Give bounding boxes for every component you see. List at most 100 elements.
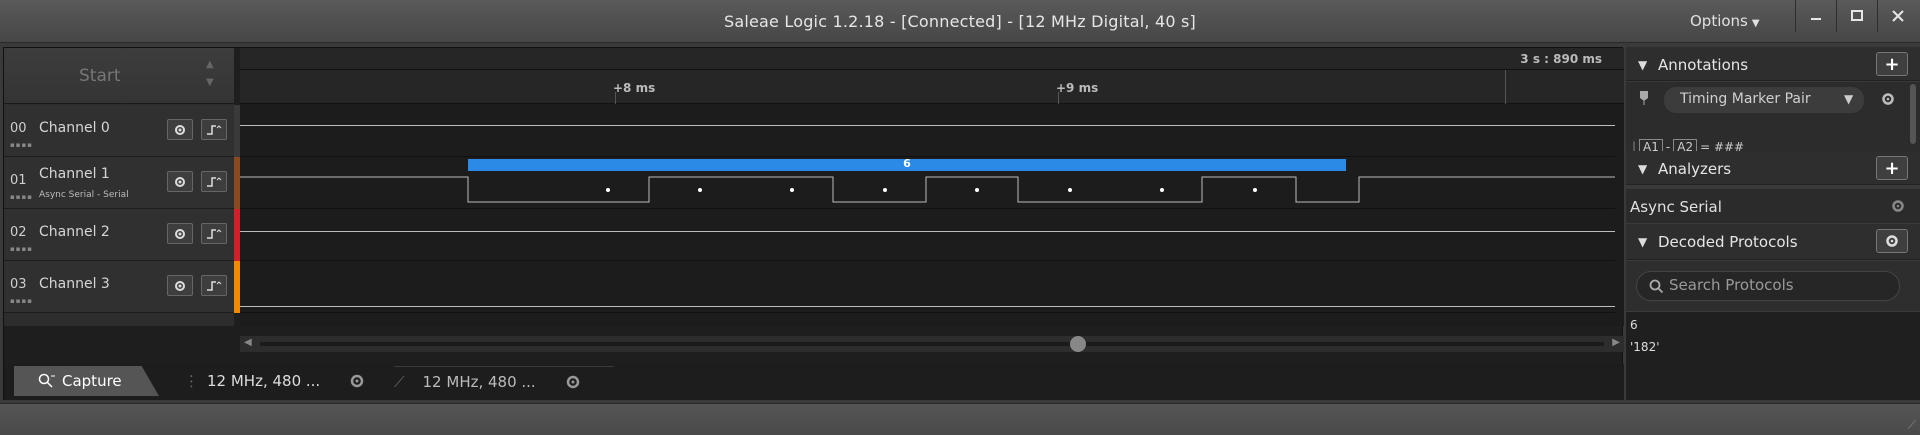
tab-capture-label: Capture [62, 372, 122, 390]
tab-separator: ⟋ [394, 372, 405, 391]
trigger-button[interactable] [201, 171, 227, 192]
status-bar: ⟋ [0, 403, 1920, 435]
tick-label: +8 ms [613, 81, 656, 95]
maximize-button[interactable] [1836, 0, 1876, 32]
channel-number: 01 [10, 173, 27, 188]
channel-row-0[interactable]: 00 ▪▪▪▪ Channel 0 [4, 105, 234, 157]
annotations-title: Annotations [1658, 56, 1749, 74]
analyzer-item[interactable]: Async Serial [1626, 189, 1920, 223]
drag-handle-icon: ⋮ [184, 372, 199, 390]
tick-mark [1058, 92, 1059, 104]
channel-name[interactable]: Channel 3 [39, 276, 110, 292]
search-box[interactable] [1636, 271, 1900, 301]
time-readout: 3 s : 890 ms [1520, 52, 1602, 66]
tick-mark [1505, 70, 1506, 104]
start-label: Start [79, 66, 121, 86]
tab-session-1[interactable]: ⋮ 12 MHz, 480 ... [184, 366, 384, 396]
minimize-button[interactable] [1795, 0, 1835, 32]
drag-handle-icon[interactable]: ▪▪▪▪ [10, 141, 33, 149]
channel-name[interactable]: Channel 1 [39, 166, 110, 182]
gear-icon [175, 176, 185, 187]
timing-marker-label: Timing Marker Pair [1680, 91, 1811, 107]
channel-analyzer-label: Async Serial - Serial [39, 190, 129, 200]
search-input[interactable] [1669, 276, 1889, 294]
decoded-settings-button[interactable] [1876, 229, 1908, 253]
close-button[interactable] [1877, 0, 1917, 32]
trigger-button[interactable] [201, 223, 227, 244]
signal-trace [240, 306, 1615, 307]
analyzer-name: Async Serial [1630, 198, 1722, 216]
drag-handle-icon[interactable]: ▪▪▪▪ [10, 245, 33, 253]
signal-trace [240, 231, 1615, 232]
trigger-button[interactable] [201, 275, 227, 296]
drag-handle-icon[interactable]: ▪▪▪▪ [10, 297, 33, 305]
scroll-thumb[interactable] [1070, 336, 1086, 352]
main-view: Start ▲ ▼ 00 ▪▪▪▪ Channel 0 01 ▪▪▪▪ Chann… [3, 47, 1624, 400]
decoded-protocols-title: Decoded Protocols [1658, 233, 1798, 251]
marker-pin-icon [1640, 91, 1648, 105]
plus-icon: + [1884, 157, 1900, 179]
lane-channel-0 [240, 105, 1615, 157]
analyzers-header[interactable]: ▼ Analyzers + [1626, 151, 1920, 185]
channel-row-3[interactable]: 03 ▪▪▪▪ Channel 3 [4, 261, 234, 313]
drag-handle-icon[interactable]: ▪▪▪▪ [10, 193, 33, 201]
gear-icon [175, 280, 185, 291]
start-spinner-icon[interactable]: ▲ ▼ [206, 56, 214, 92]
options-menu[interactable]: Options ▼ [1690, 12, 1760, 30]
list-item[interactable]: 6 [1630, 318, 1638, 332]
annotations-scrollbar[interactable] [1910, 84, 1916, 144]
minimize-icon [1810, 18, 1821, 20]
gear-icon[interactable] [564, 373, 582, 391]
sample-dots [606, 188, 1257, 192]
channel-settings-button[interactable] [167, 171, 193, 192]
lane-channel-1: 6 [240, 157, 1615, 209]
horizontal-scrollbar[interactable]: ◀ ▶ [240, 336, 1624, 352]
gear-icon[interactable] [348, 372, 366, 390]
signal-trace [240, 125, 1615, 126]
tab-session-1-label: 12 MHz, 480 ... [207, 372, 321, 390]
trigger-button[interactable] [201, 119, 227, 140]
close-icon [1891, 10, 1904, 22]
tab-session-2[interactable]: ⟋ 12 MHz, 480 ... [394, 366, 614, 396]
tab-capture[interactable]: Capture [14, 366, 159, 396]
gear-icon [1886, 235, 1898, 247]
channel-row-2[interactable]: 02 ▪▪▪▪ Channel 2 [4, 209, 234, 261]
decoded-byte-label: 6 [903, 157, 911, 170]
channel-row-1[interactable]: 01 ▪▪▪▪ Channel 1 Async Serial - Serial [4, 157, 234, 209]
gear-icon [175, 228, 185, 239]
search-wrapper [1626, 261, 1920, 311]
channel-settings-button[interactable] [167, 223, 193, 244]
chevron-down-icon: ▼ [1751, 18, 1760, 29]
channel-number: 03 [10, 277, 27, 292]
collapse-triangle-icon[interactable]: ▼ [1638, 162, 1647, 176]
collapse-triangle-icon[interactable]: ▼ [1638, 58, 1647, 72]
start-button[interactable]: Start ▲ ▼ [4, 48, 234, 104]
waveform-area[interactable]: 3 s : 890 ms +8 ms +9 ms 6 [240, 48, 1624, 326]
list-item[interactable]: '182' [1630, 340, 1660, 354]
channel-label-column: Start ▲ ▼ 00 ▪▪▪▪ Channel 0 01 ▪▪▪▪ Chann… [4, 48, 234, 326]
gear-icon[interactable] [1890, 198, 1906, 214]
channel-settings-button[interactable] [167, 119, 193, 140]
channel-name[interactable]: Channel 2 [39, 224, 110, 240]
timing-marker-pair[interactable]: Timing Marker Pair [1664, 87, 1864, 113]
collapse-triangle-icon[interactable]: ▼ [1638, 235, 1647, 249]
annotations-header[interactable]: ▼ Annotations + [1626, 47, 1920, 81]
gear-icon[interactable] [1880, 91, 1896, 107]
chevron-down-icon[interactable]: ▼ [1844, 92, 1853, 106]
decoded-byte-bar[interactable]: 6 [468, 157, 1346, 171]
decoded-protocols-header[interactable]: ▼ Decoded Protocols [1626, 224, 1920, 260]
scroll-right-icon[interactable]: ▶ [1612, 337, 1620, 348]
channel-settings-button[interactable] [167, 275, 193, 296]
capture-search-icon [38, 373, 55, 388]
scroll-left-icon[interactable]: ◀ [244, 337, 252, 348]
time-ruler[interactable]: 3 s : 890 ms +8 ms +9 ms [240, 48, 1624, 104]
channel-name[interactable]: Channel 0 [39, 120, 110, 136]
trigger-edge-icon [207, 176, 222, 187]
resize-grip-icon[interactable]: ⟋ [1908, 418, 1916, 433]
tick-mark [615, 92, 616, 104]
add-analyzer-button[interactable]: + [1876, 156, 1908, 180]
scroll-track[interactable] [260, 342, 1604, 346]
add-annotation-button[interactable]: + [1876, 52, 1908, 76]
annotations-body: Timing Marker Pair ▼ | A1- A2 = ### [1626, 82, 1920, 162]
tick-label: +9 ms [1056, 81, 1099, 95]
